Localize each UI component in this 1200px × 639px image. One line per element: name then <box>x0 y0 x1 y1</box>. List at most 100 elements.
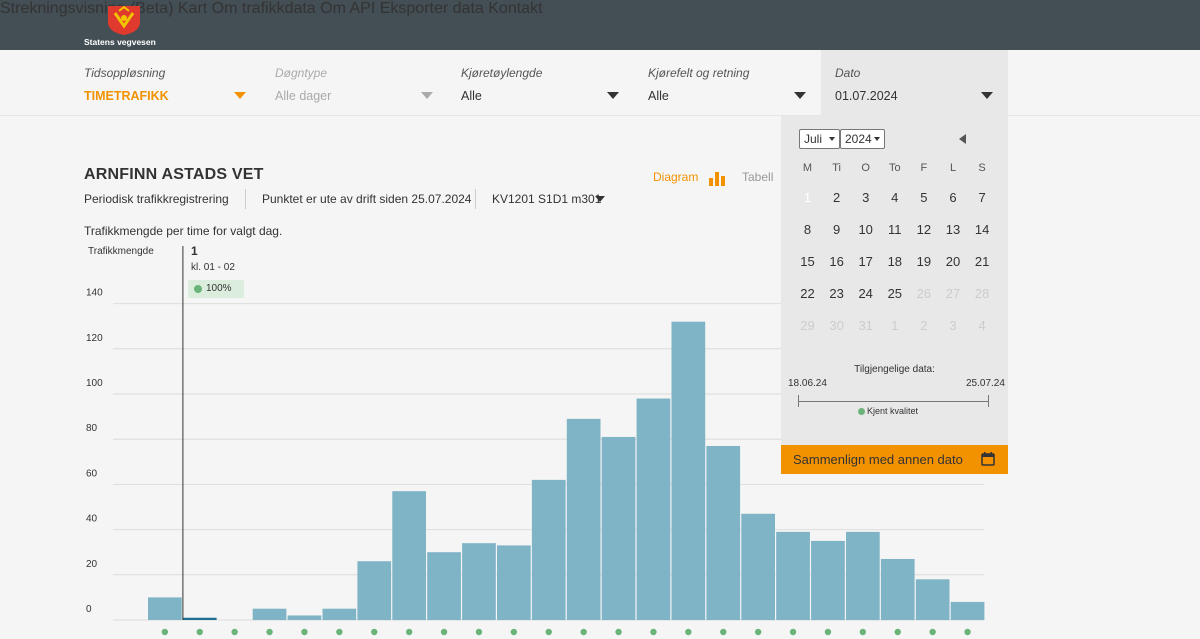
quality-dot-hour-12 <box>580 628 587 636</box>
divider <box>245 189 246 209</box>
statens-vegvesen-logo[interactable]: Statens vegvesen <box>84 4 164 47</box>
bar-hour-7 <box>392 491 426 620</box>
quality-dot-hour-16 <box>720 628 727 636</box>
dogntype-value: Alle dager <box>275 89 332 103</box>
nav-om-api[interactable]: Om API <box>320 0 375 17</box>
view-tabell-tab[interactable]: Tabell <box>742 170 773 184</box>
kjoretoylengde-label: Kjøretøylengde <box>461 66 543 80</box>
nav-om-trafikkdata[interactable]: Om trafikkdata <box>212 0 316 17</box>
kjoretoylengde-value: Alle <box>461 89 482 103</box>
calendar-day[interactable]: 22 <box>793 278 822 310</box>
weekday-header: To <box>888 162 901 174</box>
calendar-day[interactable]: 21 <box>968 246 997 278</box>
compare-date-button[interactable]: Sammenlign med annen dato <box>781 445 1008 474</box>
available-from: 18.06.24 <box>788 378 827 389</box>
calendar-day[interactable]: 5 <box>909 182 938 214</box>
calendar-day: 29 <box>800 318 815 333</box>
range-start-tick <box>798 395 799 407</box>
tidsopplosning-label: Tidsoppløsning <box>84 66 166 80</box>
month-select[interactable]: Juli <box>799 129 840 149</box>
quality-dot-hour-1 <box>196 628 203 636</box>
quality-dot-hour-11 <box>545 628 552 636</box>
kjorefelt-select[interactable]: Kjørefelt og retning Alle <box>648 50 808 116</box>
calendar-day[interactable]: 4 <box>880 182 909 214</box>
quality-dot-hour-23 <box>964 628 971 636</box>
calendar-day: 26 <box>916 286 932 301</box>
calendar-day[interactable]: 1 <box>792 182 822 214</box>
calendar-day[interactable]: 7 <box>968 182 997 214</box>
bar-hour-21 <box>880 558 915 620</box>
calendar-day[interactable]: 15 <box>793 246 822 278</box>
logo-text: Statens vegvesen <box>84 37 156 47</box>
calendar-day[interactable]: 18 <box>880 246 909 278</box>
quality-dot-hour-21 <box>894 628 901 636</box>
y-axis-title: Trafikkmengde <box>88 246 154 257</box>
bar-hour-11 <box>531 479 566 620</box>
bar-hour-9 <box>462 543 496 620</box>
nav-kontakt[interactable]: Kontakt <box>488 0 542 17</box>
calendar-day[interactable]: 2 <box>822 182 851 214</box>
calendar-day[interactable]: 11 <box>880 214 909 246</box>
quality-dot-hour-6 <box>371 628 378 636</box>
previous-month-icon[interactable] <box>959 134 966 144</box>
nav-eksporter-data[interactable]: Eksporter data <box>380 0 484 17</box>
quality-dot-icon <box>194 285 202 293</box>
calendar-day[interactable]: 23 <box>822 278 851 310</box>
calendar-day[interactable]: 6 <box>939 182 968 214</box>
chevron-down-icon <box>794 92 806 99</box>
kjoretoylengde-select[interactable]: Kjøretøylengde Alle <box>461 50 621 116</box>
road-reference-select[interactable]: KV1201 S1D1 m301 <box>492 192 601 206</box>
calendar-day[interactable]: 10 <box>851 214 880 246</box>
bar-hour-1 <box>182 617 217 620</box>
bar-hour-16 <box>706 445 741 620</box>
calendar-day[interactable]: 20 <box>939 246 968 278</box>
calendar-day[interactable]: 12 <box>909 214 938 246</box>
tidsopplosning-select[interactable]: Tidsoppløsning TIMETRAFIKK <box>84 50 247 116</box>
calendar-day[interactable]: 19 <box>909 246 938 278</box>
chevron-down-icon <box>829 137 835 141</box>
calendar-day[interactable]: 8 <box>793 214 822 246</box>
calendar-day[interactable]: 17 <box>851 246 880 278</box>
bar-hour-5 <box>322 608 357 620</box>
bar-hour-17 <box>741 513 775 620</box>
chart-description: Trafikkmengde per time for valgt dag. <box>84 224 283 238</box>
dogntype-label: Døgntype <box>275 66 328 80</box>
available-data-label: Tilgjengelige data: <box>854 364 935 375</box>
quality-dot-hour-10 <box>510 628 518 636</box>
weekday-header: M <box>802 162 813 174</box>
chevron-down-icon <box>981 92 993 99</box>
y-tick-label: 40 <box>86 514 98 525</box>
bar-chart-icon[interactable] <box>708 170 726 186</box>
weekday-header: O <box>861 162 870 174</box>
calendar-day: 27 <box>945 286 961 301</box>
registration-type: Periodisk trafikkregistrering <box>84 192 229 206</box>
quality-legend-label: Kjent kvalitet <box>867 406 919 416</box>
dato-label: Dato <box>835 66 861 80</box>
bar-hour-4 <box>287 615 322 620</box>
quality-dot-hour-19 <box>824 628 832 636</box>
calendar-day[interactable]: 24 <box>851 278 880 310</box>
calendar-day[interactable]: 13 <box>939 214 968 246</box>
dogntype-select[interactable]: Døgntype Alle dager <box>275 50 435 116</box>
bar-hour-8 <box>427 552 461 620</box>
kjorefelt-label: Kjørefelt og retning <box>648 66 750 80</box>
bar-hour-20 <box>846 531 880 620</box>
calendar-day[interactable]: 16 <box>822 246 851 278</box>
quality-dot-hour-18 <box>789 628 797 636</box>
divider <box>475 189 476 209</box>
calendar-day: 4 <box>978 318 986 333</box>
calendar-day[interactable]: 9 <box>822 214 851 246</box>
bar-hour-22 <box>915 579 950 620</box>
dato-select[interactable]: Dato 01.07.2024 <box>821 50 1008 116</box>
y-tick-label: 100 <box>86 378 103 389</box>
year-select[interactable]: 2024 <box>840 129 885 149</box>
view-diagram-tab[interactable]: Diagram <box>653 170 698 184</box>
nav-kart[interactable]: Kart <box>178 0 207 17</box>
quality-dot-icon <box>858 408 865 415</box>
calendar-day[interactable]: 3 <box>851 182 880 214</box>
calendar-day[interactable]: 14 <box>968 214 997 246</box>
quality-dot-hour-20 <box>859 628 867 636</box>
calendar-day[interactable]: 25 <box>880 278 909 310</box>
chevron-down-icon[interactable] <box>595 196 605 202</box>
quality-dot-hour-15 <box>685 628 692 636</box>
